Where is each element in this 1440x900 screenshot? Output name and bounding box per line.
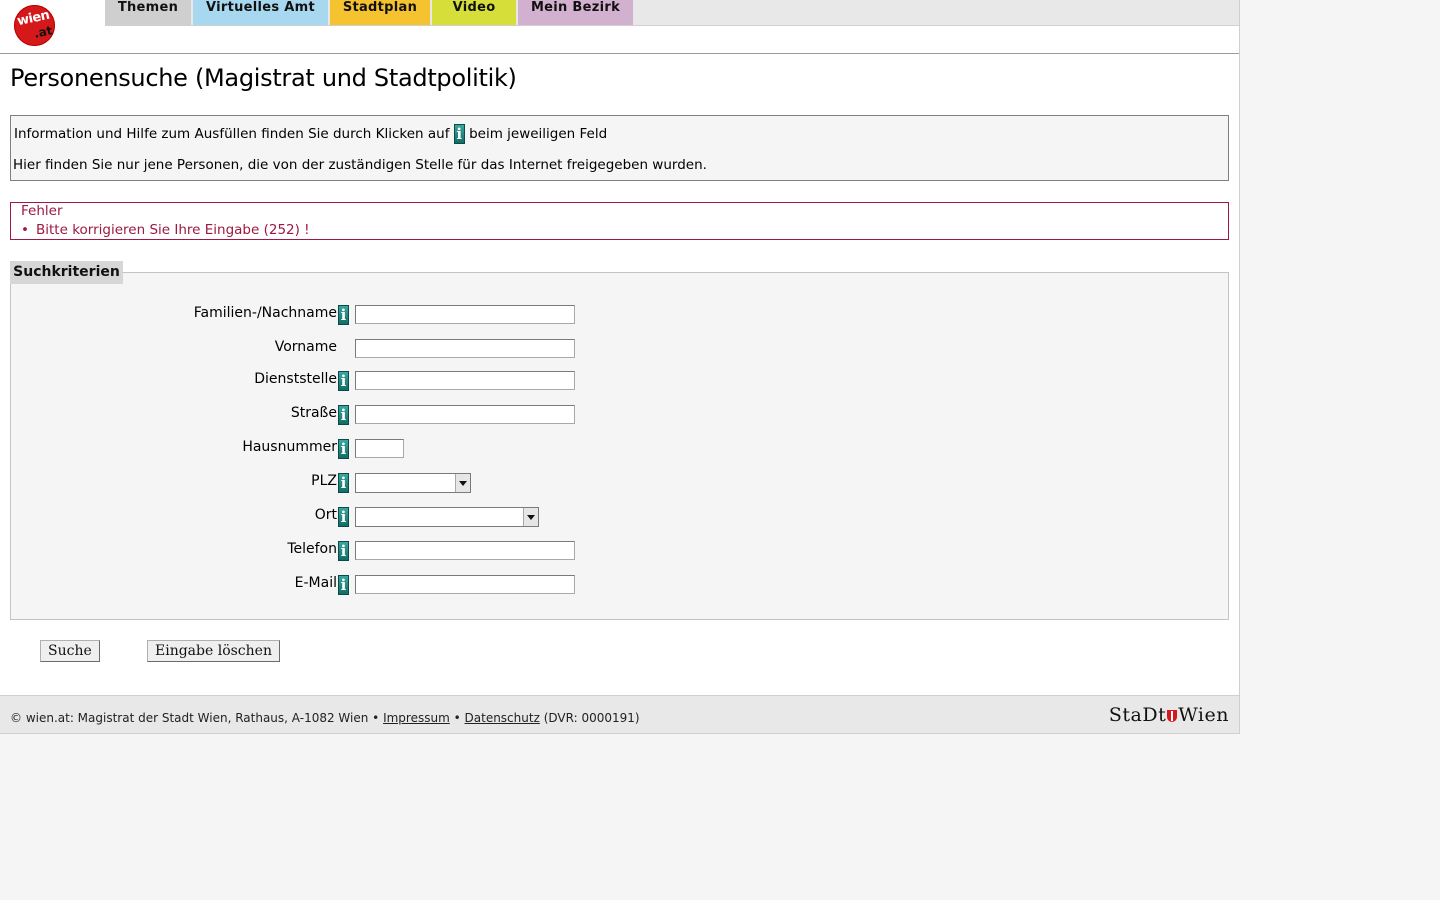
footer-dvr: (DVR: 0000191) <box>543 711 640 725</box>
label-telefon: Telefon <box>287 541 337 557</box>
info-icon: i <box>453 124 465 144</box>
page: wien .at Themen Virtuelles Amt Stadtplan… <box>0 0 1240 734</box>
row-strasse: Straße i <box>11 403 1228 427</box>
logo-text-at: .at <box>32 23 54 41</box>
email-input[interactable] <box>355 575 575 594</box>
row-plz: PLZ i <box>11 471 1228 495</box>
vienna-shield-icon <box>1167 710 1178 722</box>
row-email: E-Mail i <box>11 573 1228 597</box>
ort-select[interactable] <box>355 507 539 527</box>
label-ort: Ort <box>314 507 337 523</box>
label-vorname: Vorname <box>274 339 337 355</box>
row-ort: Ort i <box>11 505 1228 529</box>
error-item: • Bitte korrigieren Sie Ihre Eingabe (252… <box>21 222 310 238</box>
search-criteria-fieldset: Familien-/Nachname i Vorname Dienststell… <box>10 272 1229 620</box>
error-item-text: Bitte korrigieren Sie Ihre Eingabe (252)… <box>36 222 310 238</box>
label-nachname: Familien-/Nachname <box>193 305 337 321</box>
datenschutz-link[interactable]: Datenschutz <box>465 711 540 725</box>
footer-text: © wien.at: Magistrat der Stadt Wien, Rat… <box>10 711 640 725</box>
clear-input-button[interactable]: Eingabe löschen <box>147 640 280 662</box>
info-icon[interactable]: i <box>338 371 349 391</box>
info-icon[interactable]: i <box>338 541 349 561</box>
info-icon[interactable]: i <box>338 439 349 459</box>
search-criteria-legend: Suchkriterien <box>10 261 123 284</box>
vorname-input[interactable] <box>355 339 575 358</box>
row-vorname: Vorname <box>11 337 1228 361</box>
error-box: Fehler • Bitte korrigieren Sie Ihre Einga… <box>10 202 1229 240</box>
info-icon[interactable]: i <box>338 575 349 595</box>
info-icon[interactable]: i <box>338 473 349 493</box>
nav-tab-virtuelles-amt[interactable]: Virtuelles Amt <box>193 0 328 25</box>
main-navigation: Themen Virtuelles Amt Stadtplan Video Me… <box>105 0 1239 26</box>
info-icon[interactable]: i <box>338 305 349 325</box>
nav-tab-video[interactable]: Video <box>432 0 516 25</box>
search-button[interactable]: Suche <box>40 640 100 662</box>
info-line-notice: Hier finden Sie nur jene Personen, die v… <box>13 157 707 173</box>
label-dienststelle: Dienststelle <box>254 371 337 387</box>
row-hausnummer: Hausnummer i <box>11 437 1228 461</box>
nav-tab-themen[interactable]: Themen <box>105 0 191 25</box>
page-title: Personensuche (Magistrat und Stadtpoliti… <box>10 64 517 92</box>
plz-select[interactable] <box>355 473 471 493</box>
brand-wien: Wien <box>1178 704 1229 726</box>
footer-copyright: © wien.at: Magistrat der Stadt Wien, Rat… <box>10 711 380 725</box>
label-strasse: Straße <box>290 405 337 421</box>
footer: © wien.at: Magistrat der Stadt Wien, Rat… <box>0 695 1239 734</box>
stadt-wien-logo[interactable]: StaDt Wien <box>1109 704 1229 726</box>
nav-tab-stadtplan[interactable]: Stadtplan <box>330 0 430 25</box>
impressum-link[interactable]: Impressum <box>383 711 450 725</box>
nav-tab-mein-bezirk[interactable]: Mein Bezirk <box>518 0 633 25</box>
brand-stadt: StaDt <box>1108 704 1167 726</box>
row-nachname: Familien-/Nachname i <box>11 303 1228 327</box>
telefon-input[interactable] <box>355 541 575 560</box>
label-plz: PLZ <box>311 473 337 489</box>
row-telefon: Telefon i <box>11 539 1228 563</box>
row-dienststelle: Dienststelle i <box>11 369 1228 393</box>
info-line-help: Information und Hilfe zum Ausfüllen find… <box>14 124 607 144</box>
bullet-icon: • <box>21 222 29 238</box>
label-hausnummer: Hausnummer <box>242 439 337 455</box>
info-text-before: Information und Hilfe zum Ausfüllen find… <box>14 126 450 142</box>
strasse-input[interactable] <box>355 405 575 424</box>
chevron-down-icon[interactable] <box>523 508 538 526</box>
header: wien .at Themen Virtuelles Amt Stadtplan… <box>0 0 1239 54</box>
label-email: E-Mail <box>294 575 337 591</box>
wien-at-logo[interactable]: wien .at <box>14 5 55 46</box>
info-icon[interactable]: i <box>338 405 349 425</box>
footer-separator: • <box>453 711 461 725</box>
info-text-after: beim jeweiligen Feld <box>469 126 608 142</box>
dienststelle-input[interactable] <box>355 371 575 390</box>
error-heading: Fehler <box>21 203 63 219</box>
nachname-input[interactable] <box>355 305 575 324</box>
info-icon[interactable]: i <box>338 507 349 527</box>
hausnummer-input[interactable] <box>355 439 404 458</box>
info-box: Information und Hilfe zum Ausfüllen find… <box>10 115 1229 181</box>
chevron-down-icon[interactable] <box>455 474 470 492</box>
